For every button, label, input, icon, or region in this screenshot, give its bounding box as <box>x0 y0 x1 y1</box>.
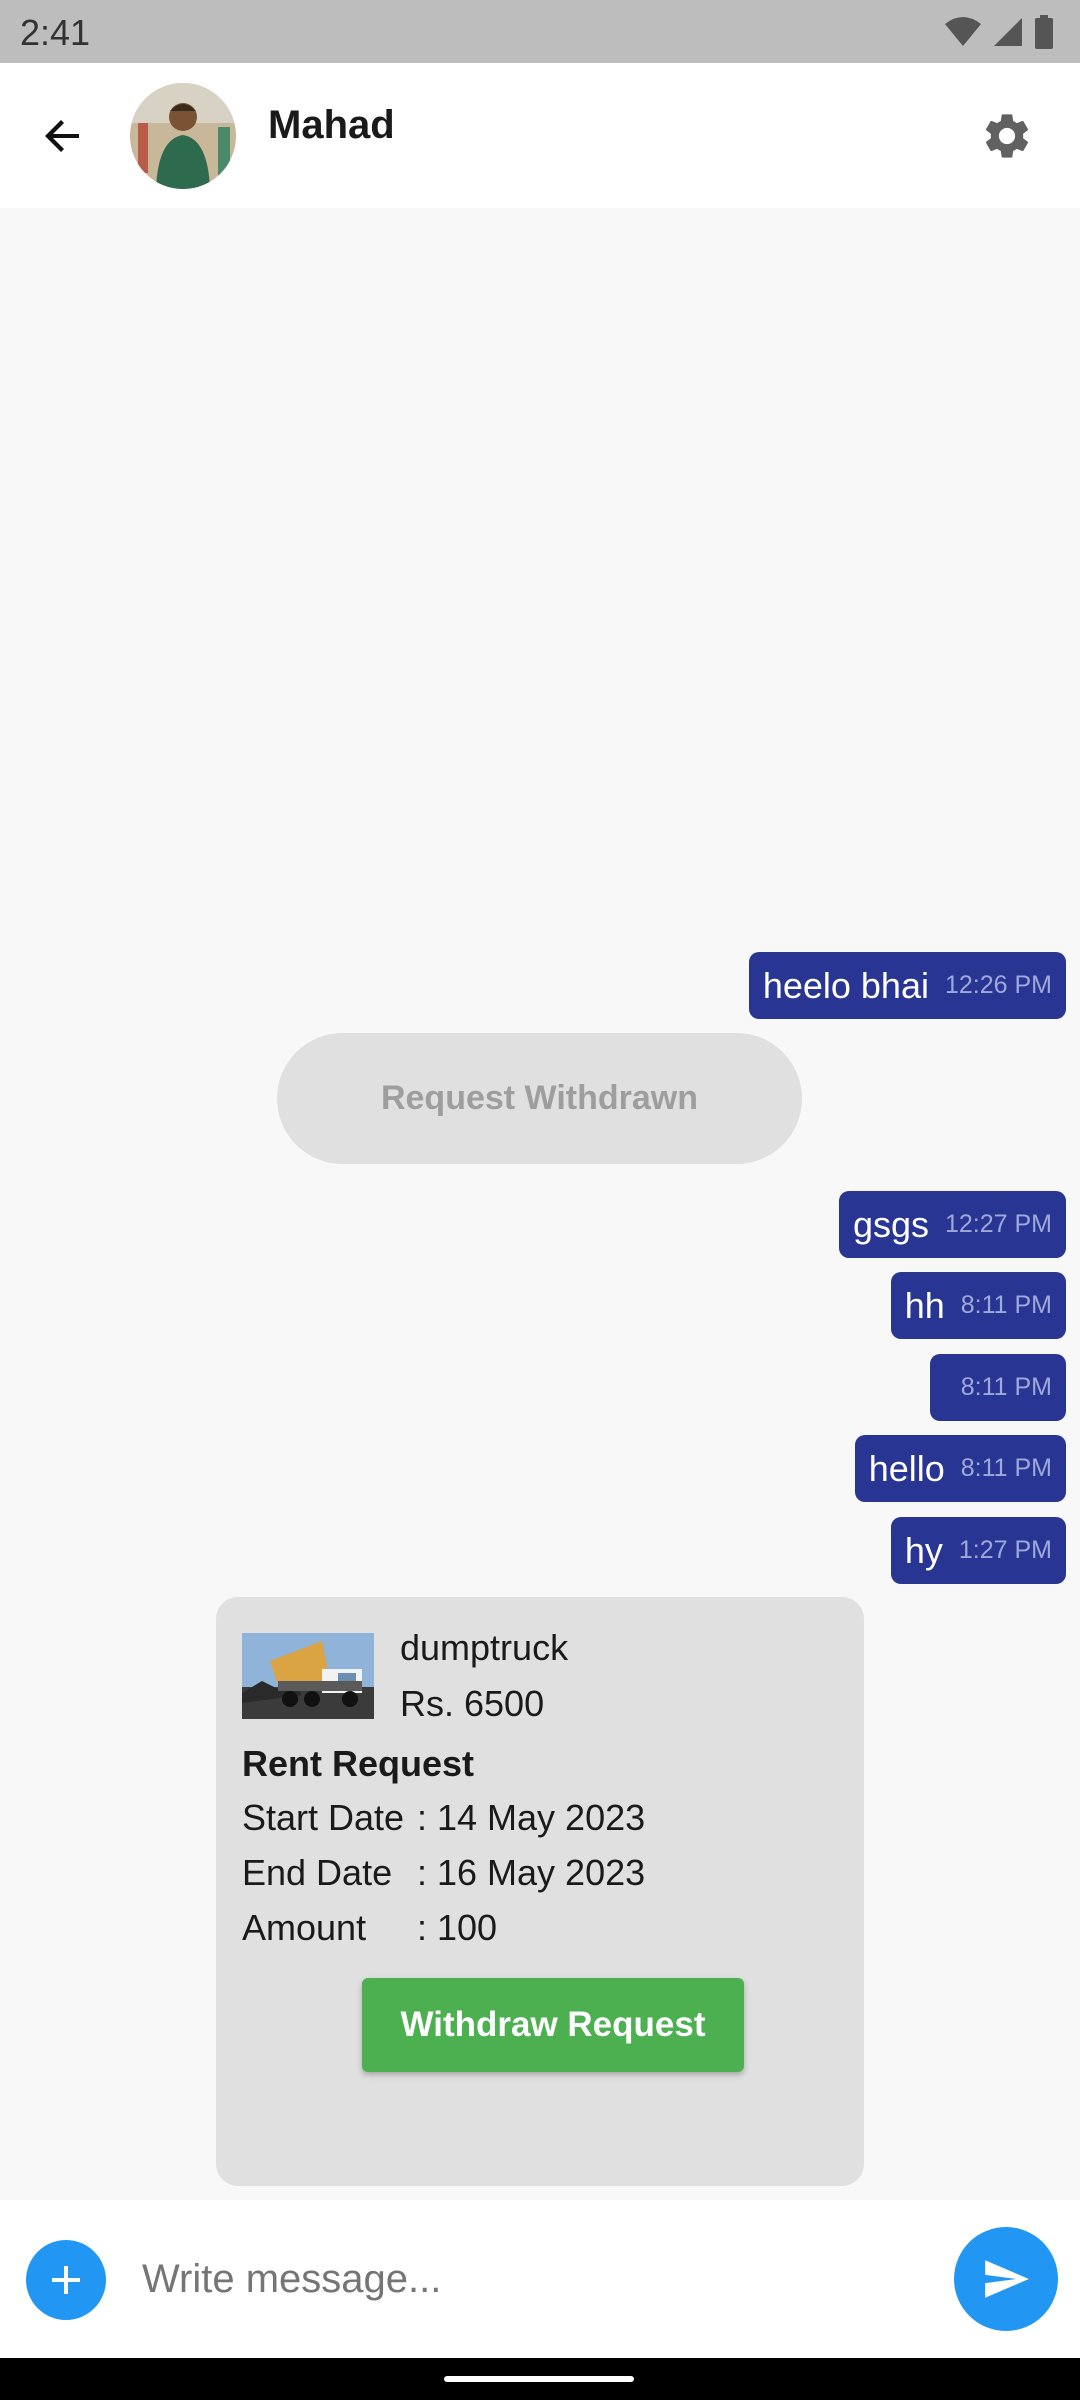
message-bubble[interactable]: hh 8:11 PM <box>890 1272 1066 1339</box>
message-bubble[interactable]: hello 8:11 PM <box>854 1435 1066 1502</box>
message-text: hy <box>904 1529 943 1571</box>
end-date-label: End Date <box>242 1852 393 1893</box>
add-attachment-button[interactable] <box>26 2240 106 2320</box>
plus-icon <box>52 2266 80 2294</box>
contact-name[interactable]: Mahad <box>268 103 395 148</box>
message-time: 1:27 PM <box>958 1536 1052 1564</box>
amount-value: : 100 <box>417 1907 498 1948</box>
item-thumbnail[interactable] <box>242 1633 374 1719</box>
withdraw-request-button[interactable]: Withdraw Request <box>362 1978 744 2072</box>
end-date-value: : 16 May 2023 <box>417 1852 646 1893</box>
message-text: hello <box>868 1447 945 1489</box>
message-bubble[interactable]: heelo bhai 12:26 PM <box>748 952 1066 1019</box>
home-gesture-handle[interactable] <box>444 2376 634 2382</box>
settings-button[interactable] <box>974 103 1040 169</box>
start-date-label: Start Date <box>242 1797 405 1838</box>
message-time: 8:11 PM <box>960 1291 1052 1319</box>
message-composer <box>0 2200 1080 2358</box>
request-withdrawn-notice: Request Withdrawn <box>277 1033 802 1164</box>
start-date-value: : 14 May 2023 <box>417 1797 646 1838</box>
status-time: 2:41 <box>20 12 91 53</box>
wifi-icon <box>945 17 981 46</box>
send-button[interactable] <box>954 2227 1058 2331</box>
message-text: heelo bhai <box>762 964 929 1006</box>
message-text: hh <box>904 1284 945 1326</box>
item-price: Rs. 6500 <box>400 1683 545 1724</box>
message-time: 12:26 PM <box>944 971 1052 999</box>
item-name: dumptruck <box>400 1627 569 1668</box>
arrow-back-icon <box>45 120 79 152</box>
battery-icon <box>1035 15 1053 49</box>
amount-row: Amount : 100 <box>242 1907 497 1949</box>
status-icons <box>944 12 1054 52</box>
start-date-row: Start Date : 14 May 2023 <box>242 1797 645 1839</box>
contact-avatar[interactable] <box>130 83 236 189</box>
message-time: 12:27 PM <box>944 1210 1052 1238</box>
message-text: gsgs <box>852 1203 929 1245</box>
system-navigation-bar <box>0 2358 1080 2400</box>
message-input[interactable] <box>140 2228 924 2330</box>
message-bubble[interactable]: gsgs 12:27 PM <box>838 1191 1066 1258</box>
rent-request-card: dumptruck Rs. 6500 Rent Request Start Da… <box>216 1597 864 2186</box>
message-time: 8:11 PM <box>960 1454 1052 1482</box>
message-bubble[interactable]: 8:11 PM <box>930 1354 1066 1421</box>
message-time: 8:11 PM <box>960 1373 1052 1401</box>
amount-label: Amount <box>242 1907 367 1948</box>
end-date-row: End Date : 16 May 2023 <box>242 1852 645 1894</box>
message-bubble[interactable]: hy 1:27 PM <box>890 1517 1066 1584</box>
chat-header: Mahad <box>0 63 1080 208</box>
gear-icon <box>985 114 1029 158</box>
status-bar: 2:41 <box>0 0 1080 63</box>
back-button[interactable] <box>30 103 96 169</box>
rent-request-heading: Rent Request <box>242 1743 475 1784</box>
cellular-signal-icon <box>994 18 1022 46</box>
send-icon <box>985 2260 1029 2298</box>
